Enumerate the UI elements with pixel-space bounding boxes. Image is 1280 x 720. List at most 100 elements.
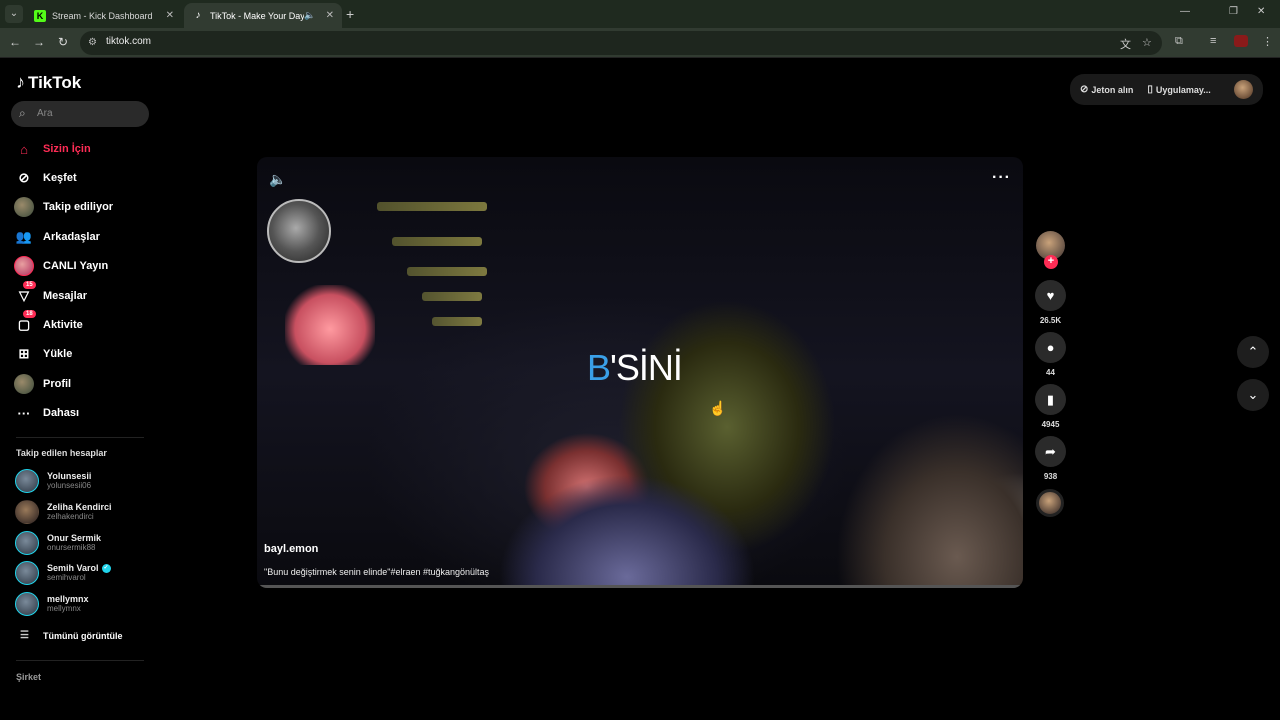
avatar	[15, 531, 39, 555]
omnibox[interactable]: ⚙ tiktok.com 文 ☆	[80, 31, 1162, 55]
close-tab-icon[interactable]: ✕	[166, 10, 174, 21]
coin-icon: ⊘	[1080, 84, 1089, 95]
upload-icon: ⊞	[18, 346, 30, 361]
music-disc-avatar[interactable]	[1036, 489, 1064, 517]
comment-icon: ●	[1046, 340, 1055, 355]
nav-upload[interactable]: ⊞ Yükle	[14, 343, 73, 365]
profile-avatar[interactable]	[1234, 80, 1253, 99]
hand-cursor-icon: ☝	[709, 400, 727, 416]
nav-activity[interactable]: ▢ 18 Aktivite	[14, 310, 83, 336]
bookmark-icon: ▮	[1046, 391, 1055, 407]
video-progress-bar[interactable]	[257, 585, 1023, 588]
video-player[interactable]: B'SİNİ 🔈 ··· bayl.emon "Bunu değiştirmek…	[257, 157, 1023, 588]
share-button[interactable]: ➦	[1035, 436, 1066, 467]
see-all-button[interactable]: ☰ Tümünü görüntüle	[20, 630, 122, 641]
avatar	[15, 500, 39, 524]
minimize-icon[interactable]: —	[1180, 6, 1190, 17]
get-coins-button[interactable]: ⊘ Jeton alın	[1080, 84, 1133, 95]
tab-search-button[interactable]: ⌄	[5, 5, 23, 23]
nav-label: Sizin İçin	[43, 143, 91, 155]
account-username: yolunsesii06	[47, 481, 92, 490]
site-info-icon[interactable]: ⚙	[88, 37, 97, 48]
nav-messages[interactable]: ▽ 15 Mesajlar	[14, 281, 87, 307]
like-button[interactable]: ♥	[1035, 280, 1066, 311]
save-button[interactable]: ▮	[1035, 384, 1066, 415]
friends-icon: 👥	[15, 229, 33, 244]
search-placeholder: Ara	[37, 108, 53, 119]
video-caption-overlay: B'SİNİ	[587, 347, 683, 389]
video-author[interactable]: bayl.emon	[264, 543, 318, 555]
send-icon: ▽ 15	[14, 281, 36, 306]
follow-plus-icon[interactable]: +	[1044, 255, 1058, 269]
get-app-button[interactable]: ▯ Uygulamay...	[1147, 84, 1210, 95]
back-icon[interactable]: ←	[7, 35, 23, 49]
share-count: 938	[1043, 472, 1058, 481]
tiktok-logo[interactable]: ♪ TikTok	[16, 72, 81, 93]
account-name: Semih Varol	[47, 563, 99, 573]
nav-label: Dahası	[43, 407, 80, 419]
chevron-up-icon: ⌃	[1247, 344, 1259, 359]
following-item[interactable]: Semih Varol ✓ semihvarol	[15, 561, 111, 585]
following-item[interactable]: Yolunsesii yolunsesii06	[15, 469, 91, 493]
share-icon: ➦	[1045, 443, 1056, 459]
avatar	[15, 592, 39, 616]
tiktok-icon: ♪	[195, 9, 201, 21]
following-item[interactable]: Onur Sermik onursermik88	[15, 531, 101, 555]
caption-blue: B	[587, 347, 611, 388]
video-description: "Bunu değiştirmek senin elinde"#elraen #…	[264, 567, 490, 577]
kebab-menu-icon[interactable]: ⋮	[1262, 35, 1273, 48]
see-all-label: Tümünü görüntüle	[42, 630, 123, 641]
nav-label: CANLI Yayın	[43, 260, 109, 272]
nav-for-you[interactable]: ⌂ Sizin İçin	[14, 138, 91, 160]
tab-kick-dashboard[interactable]: K Stream - Kick Dashboard ✕	[26, 3, 182, 28]
nav-profile[interactable]: Profil	[14, 373, 71, 395]
media-control-icon[interactable]: ≡	[1210, 35, 1216, 47]
divider	[16, 437, 144, 438]
extensions-icon[interactable]: ⧉	[1175, 35, 1183, 48]
chevron-down-icon: ⌄	[1247, 387, 1259, 402]
nav-live[interactable]: CANLI Yayın	[14, 255, 108, 277]
following-accounts-title: Takip edilen hesaplar	[16, 448, 107, 458]
speaker-icon[interactable]: 🔈	[304, 10, 315, 21]
heart-icon: ♥	[1046, 288, 1055, 303]
search-input[interactable]: ⌕ Ara	[11, 101, 149, 127]
more-options-icon[interactable]: ···	[992, 169, 1011, 187]
overlay-avatar	[267, 199, 331, 263]
maximize-icon[interactable]: ❐	[1229, 6, 1238, 17]
comment-button[interactable]: ●	[1035, 332, 1066, 363]
nav-label: Arkadaşlar	[43, 231, 100, 243]
volume-icon[interactable]: 🔈	[269, 171, 286, 188]
close-window-icon[interactable]: ✕	[1257, 6, 1265, 17]
avatar	[14, 197, 34, 217]
next-video-button[interactable]: ⌄	[1237, 379, 1269, 411]
new-tab-button[interactable]: +	[346, 6, 354, 22]
nav-following[interactable]: Takip ediliyor	[14, 196, 113, 218]
tab-tiktok[interactable]: ♪ TikTok - Make Your Day 🔈 ✕	[184, 3, 342, 28]
translate-icon[interactable]: 文	[1120, 36, 1131, 52]
bookmark-star-icon[interactable]: ☆	[1142, 36, 1152, 49]
company-link[interactable]: Şirket	[16, 672, 41, 682]
account-name: Onur Sermik	[47, 533, 102, 543]
background-light	[432, 317, 482, 326]
account-username: onursermik88	[47, 543, 96, 552]
profile-icon[interactable]	[1234, 35, 1248, 47]
nav-explore[interactable]: ⊘ Keşfet	[14, 167, 77, 189]
following-item[interactable]: Zeliha Kendirci zelhakendirci	[15, 500, 112, 524]
nav-label: Profil	[43, 378, 72, 390]
previous-video-button[interactable]: ⌃	[1237, 336, 1269, 368]
activity-icon: ▢ 18	[14, 310, 36, 335]
nav-friends[interactable]: 👥 Arkadaşlar	[14, 226, 100, 248]
browser-tab-bar: ⌄ K Stream - Kick Dashboard ✕ ♪ TikTok -…	[0, 0, 1280, 28]
following-item[interactable]: mellymnx mellymnx	[15, 592, 89, 616]
reload-icon[interactable]: ↻	[55, 35, 71, 49]
nav-label: Aktivite	[43, 319, 83, 331]
background-light	[407, 267, 487, 276]
forward-icon[interactable]: →	[31, 35, 47, 49]
address-bar-row: ← → ↻ ⚙ tiktok.com 文 ☆ ⧉ ≡ ⋮	[0, 28, 1280, 58]
close-tab-icon[interactable]: ✕	[326, 10, 334, 21]
top-actions: ⊘ Jeton alın ▯ Uygulamay...	[1070, 74, 1263, 105]
save-count: 4945	[1041, 420, 1060, 429]
nav-label: Takip ediliyor	[43, 201, 114, 213]
nav-more[interactable]: ··· Dahası	[14, 402, 80, 424]
nav-label: Yükle	[43, 348, 73, 360]
